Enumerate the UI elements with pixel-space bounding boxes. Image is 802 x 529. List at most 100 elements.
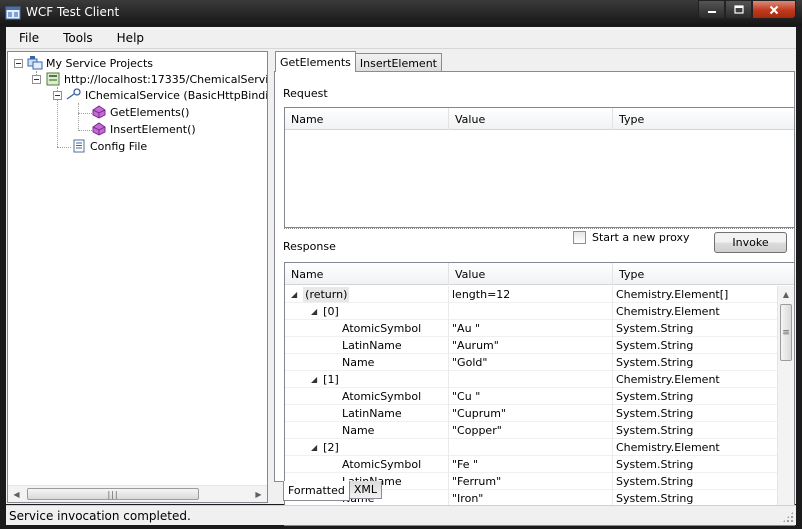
table-row[interactable]: ◢ [0] Chemistry.Element	[285, 303, 779, 320]
table-row[interactable]: AtomicSymbol "Au " System.String	[285, 320, 779, 337]
tab-formatted[interactable]: Formatted	[283, 481, 350, 501]
triangle-expanded-icon[interactable]: ◢	[311, 443, 317, 452]
tree-node-contract[interactable]: IChemicalService (BasicHttpBinding_I	[53, 87, 267, 103]
operation-method-icon	[92, 122, 106, 136]
scroll-thumb[interactable]: ≡	[780, 304, 792, 361]
cell-value: "Gold"	[449, 354, 613, 371]
cell-type: System.String	[616, 424, 694, 437]
minimize-button[interactable]	[698, 0, 725, 19]
cell-type: System.String	[616, 322, 694, 335]
tab-insertelement[interactable]: InsertElement	[354, 53, 442, 72]
status-text: Service invocation completed.	[9, 508, 191, 523]
table-row[interactable]: LatinName "Aurum" System.String	[285, 337, 779, 354]
cell-name-text: LatinName	[342, 407, 402, 420]
cell-value: "Copper"	[449, 422, 613, 439]
tree-operation-label: GetElements()	[110, 105, 190, 119]
tree-line	[78, 113, 92, 114]
chevron-right-icon: ▶	[255, 489, 262, 499]
request-grid[interactable]: Name Value Type	[284, 107, 795, 228]
response-vertical-scrollbar[interactable]: ▲ ≡ ▼	[777, 286, 794, 525]
column-header-name[interactable]: Name	[285, 263, 449, 285]
client-area: My Service Projects http://localhost:173…	[6, 49, 796, 526]
cell-name: LatinName	[285, 405, 449, 422]
triangle-expanded-icon[interactable]: ◢	[311, 375, 317, 384]
menu-help[interactable]: Help	[104, 31, 155, 45]
cell-type: System.String	[616, 339, 694, 352]
service-icon	[46, 72, 60, 86]
title-bar[interactable]: WCF Test Client	[0, 0, 802, 26]
invoke-button[interactable]: Invoke	[714, 232, 787, 253]
projects-icon	[27, 56, 43, 70]
column-header-value[interactable]: Value	[449, 108, 613, 130]
maximize-icon	[733, 5, 744, 14]
table-row[interactable]: AtomicSymbol "Cu " System.String	[285, 388, 779, 405]
tree-horizontal-scrollbar[interactable]: ◀ ||| ▶	[8, 485, 267, 502]
cell-type: Chemistry.Element	[616, 373, 720, 386]
cell-name-text: AtomicSymbol	[342, 390, 422, 403]
column-header-name[interactable]: Name	[285, 108, 449, 130]
cell-value	[449, 371, 613, 388]
grip-icon: |||	[107, 489, 119, 499]
tree-contract-label: IChemicalService (BasicHttpBinding_I	[85, 88, 267, 102]
tree-node-root[interactable]: My Service Projects	[14, 55, 153, 71]
caption-buttons	[698, 0, 796, 19]
cell-name: ◢ [2]	[285, 439, 449, 456]
table-row[interactable]: Name "Copper" System.String	[285, 422, 779, 439]
collapse-toggle[interactable]	[14, 58, 23, 68]
tree-operation-label: InsertElement()	[110, 122, 196, 136]
tab-getelements[interactable]: GetElements	[275, 51, 356, 72]
tree-node-operation-insertelement[interactable]: InsertElement()	[91, 121, 196, 137]
cell-value: "Fe "	[449, 456, 613, 473]
triangle-expanded-icon[interactable]: ◢	[311, 307, 317, 316]
resize-grip[interactable]	[782, 511, 794, 523]
tree-config-label: Config File	[90, 139, 148, 153]
cell-value: "Aurum"	[449, 337, 613, 354]
start-new-proxy-checkbox[interactable]: Start a new proxy	[573, 231, 690, 244]
column-header-value[interactable]: Value	[449, 263, 613, 285]
tab-page-getelements: Request Name Value Type Response Start a…	[274, 71, 795, 526]
cell-type: System.String	[616, 356, 694, 369]
cell-type: Chemistry.Element	[616, 441, 720, 454]
table-row[interactable]: LatinName "Cuprum" System.String	[285, 405, 779, 422]
tree-line	[57, 147, 71, 148]
app-icon	[5, 6, 21, 20]
cell-value	[449, 439, 613, 456]
response-label: Response	[283, 240, 336, 253]
close-icon	[769, 5, 779, 14]
scroll-right-button[interactable]: ▶	[250, 486, 267, 502]
maximize-button[interactable]	[725, 0, 752, 19]
scroll-thumb[interactable]: |||	[27, 488, 199, 500]
menu-tools[interactable]: Tools	[50, 31, 104, 45]
tree-node-config-file[interactable]: Config File	[71, 138, 147, 154]
checkbox-box[interactable]	[573, 231, 586, 244]
collapse-toggle[interactable]	[32, 74, 41, 84]
table-row[interactable]: ◢ [2] Chemistry.Element	[285, 439, 779, 456]
tree-node-service[interactable]: http://localhost:17335/ChemicalService.s	[32, 71, 267, 87]
menu-bar: File Tools Help	[6, 27, 796, 49]
table-row[interactable]: AtomicSymbol "Fe " System.String	[285, 456, 779, 473]
operation-panel: GetElements InsertElement Request Name V…	[274, 51, 795, 526]
close-button[interactable]	[752, 0, 796, 19]
scroll-left-button[interactable]: ◀	[8, 486, 25, 502]
cell-type: System.String	[616, 407, 694, 420]
cell-type: Chemistry.Element	[616, 305, 720, 318]
table-row[interactable]: ◢ (return) length=12 Chemistry.Element[]	[285, 286, 779, 303]
cell-value: "Cuprum"	[449, 405, 613, 422]
cell-type: Chemistry.Element[]	[616, 288, 729, 301]
tree-node-operation-getelements[interactable]: GetElements()	[91, 104, 189, 120]
service-tree[interactable]: My Service Projects http://localhost:173…	[7, 51, 268, 503]
collapse-toggle[interactable]	[53, 90, 62, 100]
table-row[interactable]: ◢ [1] Chemistry.Element	[285, 371, 779, 388]
table-row[interactable]: Name "Gold" System.String	[285, 354, 779, 371]
cell-value: length=12	[449, 286, 613, 303]
scroll-up-button[interactable]: ▲	[778, 286, 794, 302]
request-label: Request	[283, 87, 328, 100]
tab-xml[interactable]: XML	[348, 481, 382, 499]
column-header-type[interactable]: Type	[613, 263, 794, 285]
menu-file[interactable]: File	[6, 31, 50, 45]
triangle-expanded-icon[interactable]: ◢	[291, 290, 297, 299]
cell-name: LatinName	[285, 337, 449, 354]
column-header-type[interactable]: Type	[613, 108, 794, 130]
request-response-splitter[interactable]	[284, 228, 795, 230]
contract-interface-icon	[66, 88, 81, 100]
